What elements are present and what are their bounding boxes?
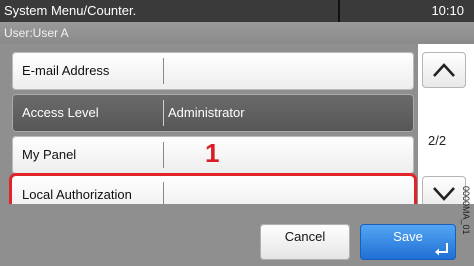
chevron-down-icon	[433, 187, 455, 201]
page-indicator: 2/2	[428, 133, 447, 148]
enter-icon	[435, 243, 448, 256]
row-divider	[163, 58, 164, 84]
row-label: Local Authorization	[22, 187, 132, 202]
system-menu-screen: System Menu/Counter. 10:10 User:User A E…	[0, 0, 474, 266]
scroll-up-button[interactable]	[422, 52, 466, 88]
screen-title: System Menu/Counter.	[4, 3, 137, 18]
save-button-label: Save	[393, 229, 423, 244]
row-divider	[163, 100, 164, 126]
row-label: My Panel	[22, 147, 77, 162]
title-bar: System Menu/Counter. 10:10	[0, 0, 474, 22]
title-divider	[338, 0, 340, 22]
current-user: User:User A	[4, 26, 69, 40]
row-label: Access Level	[22, 105, 99, 120]
row-access-level[interactable]: Access Level Administrator	[12, 94, 414, 132]
step-callout-number: 1	[205, 138, 220, 168]
chevron-up-icon	[433, 63, 455, 77]
row-label: E-mail Address	[22, 63, 110, 78]
figure-code-text: 0000MA_01	[461, 186, 471, 235]
clock: 10:10	[431, 3, 464, 18]
user-bar: User:User A	[0, 22, 474, 44]
figure-code: 0000MA_01	[458, 186, 474, 256]
row-divider	[163, 142, 164, 168]
row-value: Administrator	[168, 105, 245, 120]
cancel-button[interactable]: Cancel	[260, 224, 350, 260]
save-button[interactable]: Save	[360, 224, 456, 260]
row-email-address[interactable]: E-mail Address	[12, 52, 414, 90]
